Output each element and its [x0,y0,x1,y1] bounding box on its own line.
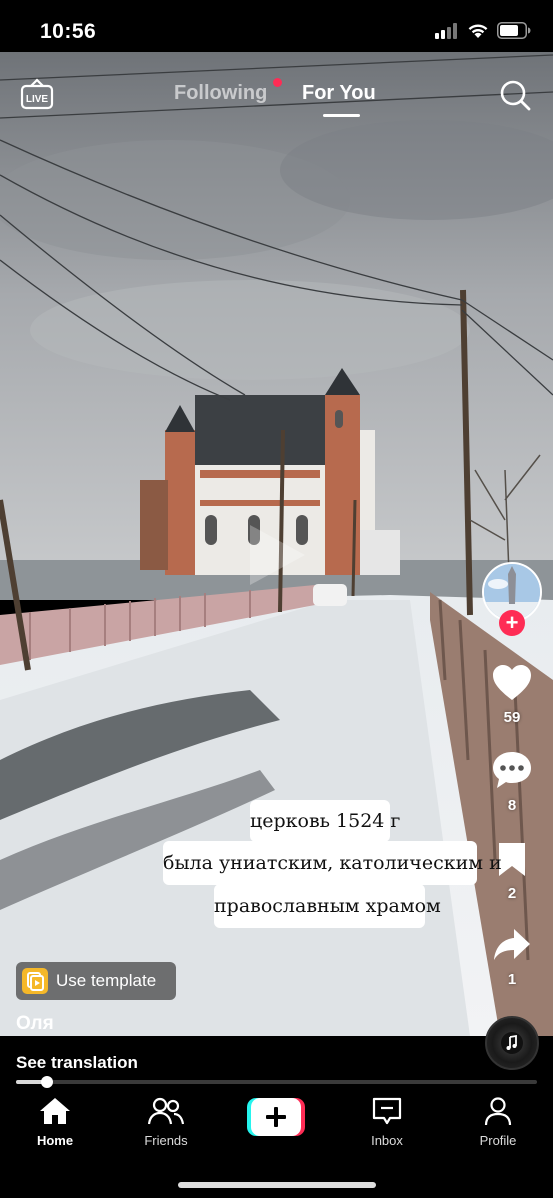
use-template-button[interactable]: Use template [16,962,176,1000]
share-icon [494,929,530,960]
bookmark-count: 2 [507,885,517,902]
friends-icon [147,1097,185,1125]
nav-friends-label: Friends [144,1133,188,1148]
nav-inbox[interactable]: Inbox [347,1096,427,1148]
caption-line: была униатским, католическим и [163,841,502,885]
see-translation-link[interactable]: See translation [16,1053,138,1073]
bottom-nav: Home Friends Inbox Profile [0,1088,553,1198]
share-button[interactable]: 1 [480,926,544,988]
create-button[interactable] [247,1098,305,1136]
template-icon [22,968,48,994]
top-nav: LIVE Following For You [0,72,553,122]
tab-following[interactable]: Following [174,82,267,105]
nav-profile-label: Profile [479,1133,517,1148]
like-count: 59 [503,709,521,726]
wifi-icon [468,23,488,38]
profile-icon [484,1097,512,1126]
nav-home-label: Home [36,1133,74,1148]
cellular-signal-icon [435,22,457,39]
author-username[interactable]: Оля [16,1013,54,1035]
status-bar: 10:56 [0,0,553,52]
svg-text:LIVE: LIVE [26,94,49,105]
follow-button[interactable]: + [499,610,525,636]
active-tab-indicator [323,114,360,117]
use-template-label: Use template [56,971,157,990]
playback-progress-bar[interactable] [16,1076,537,1088]
search-icon[interactable] [498,78,532,112]
caption-line: церковь 1524 г [250,800,400,842]
music-disc-button[interactable] [485,1016,539,1070]
home-icon [40,1098,70,1124]
nav-inbox-label: Inbox [371,1133,403,1148]
comment-icon [493,752,531,788]
share-count: 1 [507,971,517,988]
like-button[interactable]: 59 [480,664,544,726]
inbox-icon [372,1097,402,1125]
comment-count: 8 [507,797,517,814]
nav-profile[interactable]: Profile [458,1096,538,1148]
music-note-icon [501,1032,523,1054]
heart-icon [493,665,531,700]
status-time: 10:56 [40,20,97,43]
plus-icon [247,1098,305,1136]
home-indicator [178,1182,376,1188]
status-icons [435,22,531,39]
comment-button[interactable]: 8 [480,750,544,814]
tab-for-you[interactable]: For You [302,82,376,105]
live-icon[interactable]: LIVE [20,78,54,112]
battery-icon [497,22,531,39]
nav-friends[interactable]: Friends [126,1096,206,1148]
notification-dot [273,78,282,87]
nav-home[interactable]: Home [15,1096,95,1148]
caption-line: православным храмом [214,884,441,928]
